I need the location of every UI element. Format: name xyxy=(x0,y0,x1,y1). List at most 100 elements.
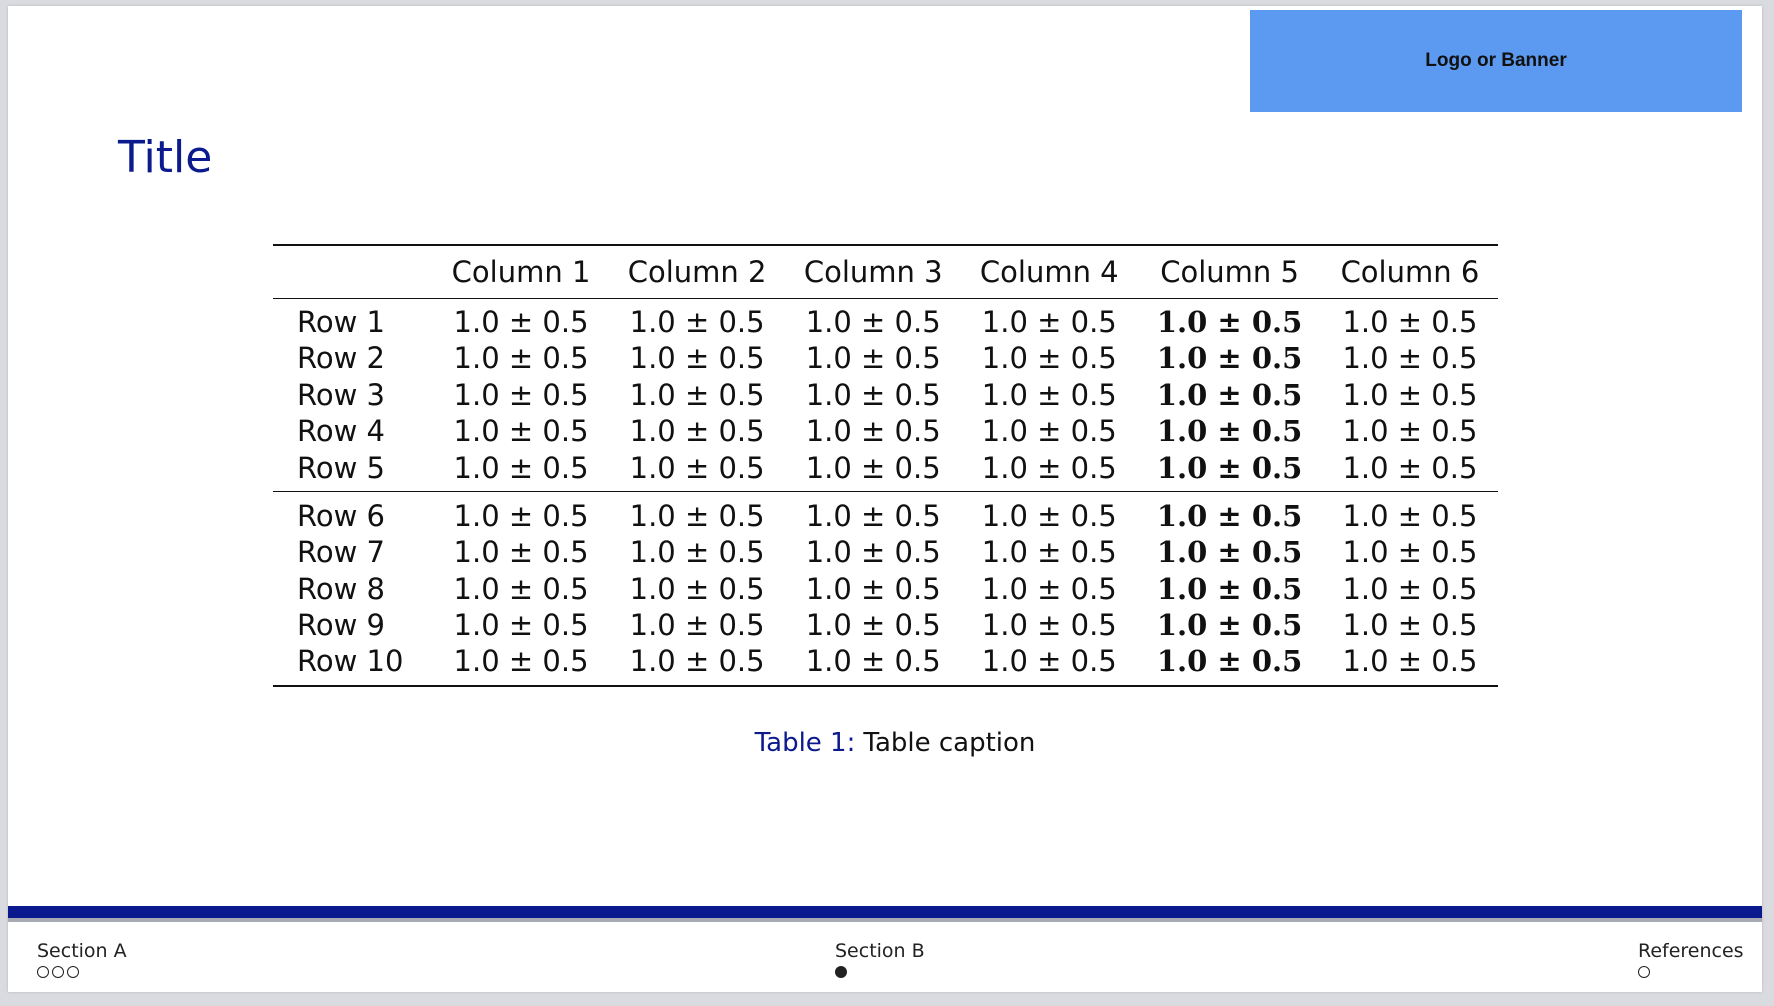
table-cell: 1.0 ± 0.5 xyxy=(609,643,786,687)
table-cell: 1.0 ± 0.5 xyxy=(629,341,765,376)
nav-section-a-dots xyxy=(37,966,127,978)
table-cell: 1.0 ± 0.5 xyxy=(805,499,941,534)
table-cell: 1.0 ± 0.5 xyxy=(1156,341,1303,376)
footer-divider xyxy=(8,918,1762,922)
row-label: Row 5 xyxy=(273,449,433,493)
table-cell: 1.0 ± 0.5 xyxy=(805,377,941,412)
column-header: Column 3 xyxy=(785,244,962,299)
table-cell: 1.0 ± 0.5 xyxy=(981,305,1117,340)
table-cell: 1.0 ± 0.5 xyxy=(609,449,786,493)
nav-section-a[interactable]: Section A xyxy=(37,940,127,978)
table-cell: 1.0 ± 0.5 xyxy=(805,571,941,606)
table-group-1: Row 1 1.0 ± 0.5 1.0 ± 0.5 1.0 ± 0.5 1.0 ± 0.… xyxy=(273,298,1498,493)
table-cell: 1.0 ± 0.5 xyxy=(1156,571,1303,606)
table-cell: 1.0 ± 0.5 xyxy=(1342,305,1478,340)
table-cell: 1.0 ± 0.5 xyxy=(1342,499,1478,534)
results-table: Column 1 Column 2 Column 3 Column 4 Column 5… xyxy=(273,244,1498,687)
table-row: Row 3 1.0 ± 0.5 1.0 ± 0.5 1.0 ± 0.5 1.0 ± 0.… xyxy=(273,377,1498,414)
row-label: Row 3 xyxy=(297,377,385,412)
table-cell: 1.0 ± 0.5 xyxy=(629,414,765,449)
table-cell: 1.0 ± 0.5 xyxy=(805,535,941,570)
table-row: Row 5 1.0 ± 0.5 1.0 ± 0.5 1.0 ± 0.5 1.0 ± 0.… xyxy=(273,449,1498,493)
header-corner xyxy=(273,244,433,299)
table-cell: 1.0 ± 0.5 xyxy=(629,377,765,412)
table-row: Row 4 1.0 ± 0.5 1.0 ± 0.5 1.0 ± 0.5 1.0 ± 0.… xyxy=(273,413,1498,450)
caption-label: Table 1: xyxy=(754,728,856,758)
table-cell: 1.0 ± 0.5 xyxy=(629,305,765,340)
row-label: Row 2 xyxy=(297,341,385,376)
table-row: Row 8 1.0 ± 0.5 1.0 ± 0.5 1.0 ± 0.5 1.0 ± 0.… xyxy=(273,570,1498,607)
slide: Logo or Banner Title Column 1 Column 2 Col… xyxy=(8,6,1762,992)
table-cell: 1.0 ± 0.5 xyxy=(1156,499,1303,534)
table-cell: 1.0 ± 0.5 xyxy=(961,449,1138,493)
column-header: Column 6 xyxy=(1321,244,1498,299)
table-cell: 1.0 ± 0.5 xyxy=(1342,608,1478,643)
table-row: Row 6 1.0 ± 0.5 1.0 ± 0.5 1.0 ± 0.5 1.0 ± 0.… xyxy=(273,492,1498,534)
table-caption: Table 1: Table caption xyxy=(8,728,1774,758)
table-cell: 1.0 ± 0.5 xyxy=(981,499,1117,534)
nav-references-label: References xyxy=(1638,940,1744,962)
table-cell: 1.0 ± 0.5 xyxy=(453,499,589,534)
table-cell: 1.0 ± 0.5 xyxy=(1342,414,1478,449)
table-cell: 1.0 ± 0.5 xyxy=(805,414,941,449)
table-cell: 1.0 ± 0.5 xyxy=(981,535,1117,570)
table-cell: 1.0 ± 0.5 xyxy=(981,414,1117,449)
table-cell: 1.0 ± 0.5 xyxy=(1321,449,1498,493)
table-cell: 1.0 ± 0.5 xyxy=(629,535,765,570)
caption-text: Table caption xyxy=(863,728,1036,758)
table-cell: 1.0 ± 0.5 xyxy=(453,377,589,412)
table-cell: 1.0 ± 0.5 xyxy=(1137,643,1322,687)
table-row: Row 2 1.0 ± 0.5 1.0 ± 0.5 1.0 ± 0.5 1.0 ± 0.… xyxy=(273,340,1498,377)
table-cell: 1.0 ± 0.5 xyxy=(805,305,941,340)
table-cell: 1.0 ± 0.5 xyxy=(453,535,589,570)
nav-section-b[interactable]: Section B xyxy=(835,940,925,978)
slide-dot-icon[interactable] xyxy=(52,966,64,978)
table-row: Row 10 1.0 ± 0.5 1.0 ± 0.5 1.0 ± 0.5 1.0 ± 0… xyxy=(273,643,1498,687)
table-cell: 1.0 ± 0.5 xyxy=(1156,377,1303,412)
column-header: Column 2 xyxy=(609,244,786,299)
table-cell: 1.0 ± 0.5 xyxy=(629,499,765,534)
row-label: Row 1 xyxy=(297,305,385,340)
current-slide-dot-icon[interactable] xyxy=(835,966,847,978)
logo-text: Logo or Banner xyxy=(1425,50,1567,71)
table-cell: 1.0 ± 0.5 xyxy=(453,305,589,340)
nav-references[interactable]: References xyxy=(1638,940,1744,978)
footer-bar xyxy=(8,906,1762,918)
table-cell: 1.0 ± 0.5 xyxy=(1321,643,1498,687)
row-label: Row 9 xyxy=(297,608,385,643)
table-cell: 1.0 ± 0.5 xyxy=(1156,535,1303,570)
slide-dot-icon[interactable] xyxy=(67,966,79,978)
table-cell: 1.0 ± 0.5 xyxy=(981,377,1117,412)
column-header: Column 5 xyxy=(1137,244,1322,299)
table-group-2: Row 6 1.0 ± 0.5 1.0 ± 0.5 1.0 ± 0.5 1.0 ± 0.… xyxy=(273,492,1498,687)
table-cell: 1.0 ± 0.5 xyxy=(961,643,1138,687)
column-header: Column 1 xyxy=(433,244,610,299)
table-cell: 1.0 ± 0.5 xyxy=(453,608,589,643)
table-cell: 1.0 ± 0.5 xyxy=(1342,377,1478,412)
nav-section-b-dots xyxy=(835,966,925,978)
table-cell: 1.0 ± 0.5 xyxy=(1342,535,1478,570)
row-label: Row 7 xyxy=(297,535,385,570)
table-cell: 1.0 ± 0.5 xyxy=(785,643,962,687)
table-cell: 1.0 ± 0.5 xyxy=(453,414,589,449)
table-cell: 1.0 ± 0.5 xyxy=(629,571,765,606)
table-cell: 1.0 ± 0.5 xyxy=(1156,608,1303,643)
table-cell: 1.0 ± 0.5 xyxy=(1342,571,1478,606)
table-cell: 1.0 ± 0.5 xyxy=(785,449,962,493)
table-cell: 1.0 ± 0.5 xyxy=(629,608,765,643)
logo-banner: Logo or Banner xyxy=(1250,10,1742,112)
table-row: Row 9 1.0 ± 0.5 1.0 ± 0.5 1.0 ± 0.5 1.0 ± 0.… xyxy=(273,607,1498,644)
table-cell: 1.0 ± 0.5 xyxy=(453,571,589,606)
table-cell: 1.0 ± 0.5 xyxy=(453,341,589,376)
table-cell: 1.0 ± 0.5 xyxy=(805,608,941,643)
slide-dot-icon[interactable] xyxy=(37,966,49,978)
table-cell: 1.0 ± 0.5 xyxy=(1156,305,1303,340)
slide-dot-icon[interactable] xyxy=(1638,966,1650,978)
table-cell: 1.0 ± 0.5 xyxy=(433,643,610,687)
slide-title: Title xyxy=(118,132,213,183)
table-cell: 1.0 ± 0.5 xyxy=(1342,341,1478,376)
table-cell: 1.0 ± 0.5 xyxy=(805,341,941,376)
table-cell: 1.0 ± 0.5 xyxy=(1156,414,1303,449)
row-label: Row 4 xyxy=(297,414,385,449)
row-label: Row 6 xyxy=(297,499,385,534)
